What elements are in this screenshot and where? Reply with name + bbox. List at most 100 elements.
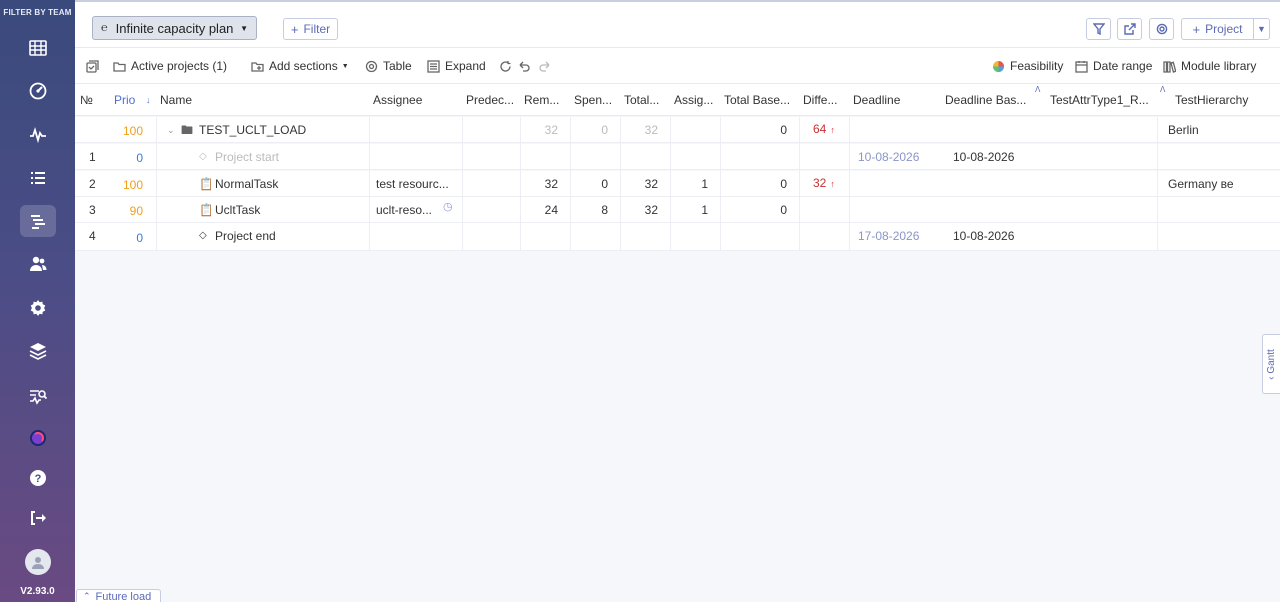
table-row[interactable]: 1 0 ◇ Project start 10-08-2026 10-08-202… xyxy=(75,144,1280,170)
col-test-hierarchy[interactable]: TestHierarchy xyxy=(1175,84,1270,116)
brand-logo-icon[interactable] xyxy=(20,422,56,454)
col-assigned[interactable]: Assig... xyxy=(674,84,719,116)
table-settings-button[interactable]: Table xyxy=(365,48,412,84)
refresh-button[interactable] xyxy=(499,48,517,84)
col-number[interactable]: № xyxy=(80,84,110,116)
table-row[interactable]: 4 0 ◇ Project end 17-08-2026 10-08-2026 xyxy=(75,223,1280,251)
row-spent[interactable]: 8 xyxy=(574,197,608,223)
row-deadline[interactable]: 17-08-2026 xyxy=(858,223,938,249)
date-range-button[interactable]: Date range xyxy=(1075,48,1152,84)
row-deadline-baseline: 10-08-2026 xyxy=(953,229,1015,243)
avatar[interactable] xyxy=(25,549,51,575)
row-spent[interactable]: 0 xyxy=(574,171,608,197)
row-assignee[interactable]: uclt-reso... xyxy=(376,197,440,223)
plan-selector[interactable]: ℮ Infinite capacity plan ▼ xyxy=(92,16,257,40)
column-divider xyxy=(849,117,850,250)
row-number: 1 xyxy=(89,150,96,164)
row-prio[interactable]: 100 xyxy=(115,118,143,144)
col-spent[interactable]: Spen... xyxy=(574,84,619,116)
row-name[interactable]: TEST_UCLT_LOAD xyxy=(199,117,359,143)
col-remaining[interactable]: Rem... xyxy=(524,84,569,116)
caret-up-icon[interactable]: Λ xyxy=(1160,84,1170,116)
sort-arrow-icon[interactable]: ↓ xyxy=(146,84,158,116)
redo-button[interactable] xyxy=(538,48,556,84)
feasibility-button[interactable]: Feasibility xyxy=(992,48,1063,84)
filter-funnel-button[interactable] xyxy=(1086,18,1111,40)
column-divider xyxy=(369,117,370,250)
add-sections-button[interactable]: Add sections ▼ xyxy=(251,48,349,84)
project-dropdown-button[interactable]: ▼ xyxy=(1253,18,1270,40)
filter-by-team-label[interactable]: FILTER BY TEAM xyxy=(0,0,75,17)
filter-button[interactable]: + Filter xyxy=(283,18,338,40)
row-prio[interactable]: 0 xyxy=(115,225,143,251)
row-deadline[interactable]: 10-08-2026 xyxy=(858,144,938,170)
row-prio[interactable]: 100 xyxy=(115,172,143,198)
col-total[interactable]: Total... xyxy=(624,84,669,116)
row-total-baseline: 0 xyxy=(780,203,787,217)
dashboard-icon[interactable] xyxy=(20,75,56,107)
col-deadline-baseline[interactable]: Deadline Bas... xyxy=(945,84,1030,116)
col-name[interactable]: Name xyxy=(160,84,360,116)
row-remaining[interactable]: 32 xyxy=(524,171,558,197)
column-divider xyxy=(1157,117,1158,250)
grid-icon[interactable] xyxy=(20,32,56,64)
logout-icon[interactable] xyxy=(20,502,56,534)
col-difference[interactable]: Diffe... xyxy=(803,84,848,116)
activity-icon[interactable] xyxy=(20,119,56,151)
list-icon[interactable] xyxy=(20,162,56,194)
row-name[interactable]: NormalTask xyxy=(215,171,365,197)
table-row[interactable]: 100 ⌄ 🖿 TEST_UCLT_LOAD 32 0 32 0 64 ↑ Ber… xyxy=(75,117,1280,143)
gantt-icon[interactable] xyxy=(20,205,56,237)
row-hierarchy[interactable]: Berlin xyxy=(1168,117,1268,143)
export-icon xyxy=(1123,23,1136,35)
plus-icon: + xyxy=(290,21,299,37)
chevron-down-icon[interactable]: ⌄ xyxy=(167,117,177,143)
row-remaining: 32 xyxy=(544,123,558,137)
settings-button[interactable] xyxy=(1149,18,1174,40)
col-assignee[interactable]: Assignee xyxy=(373,84,458,116)
toolbar: Active projects (1) Add sections ▼ Table… xyxy=(75,48,1280,84)
col-prio[interactable]: Prio xyxy=(114,84,144,116)
add-folder-icon xyxy=(251,61,264,72)
expand-button[interactable]: Expand xyxy=(427,48,486,84)
export-button[interactable] xyxy=(1117,18,1142,40)
col-predecessors[interactable]: Predec... xyxy=(466,84,520,116)
pie-chart-icon xyxy=(993,60,1004,72)
future-load-label: Future load xyxy=(95,590,152,602)
row-name[interactable]: Project start xyxy=(215,144,365,170)
settings-icon[interactable] xyxy=(20,292,56,324)
gantt-panel-tab[interactable]: ‹ Gantt xyxy=(1262,334,1280,394)
row-name[interactable]: UcltTask xyxy=(215,197,365,223)
layers-icon[interactable] xyxy=(20,335,56,367)
table-row[interactable]: 3 90 📋 UcltTask uclt-reso... ◷ 24 8 32 1… xyxy=(75,197,1280,223)
clock-icon[interactable]: ◷ xyxy=(443,194,455,220)
table-row[interactable]: 2 100 📋 NormalTask test resourc... 32 0 … xyxy=(75,171,1280,197)
future-load-tab[interactable]: ⌃ Future load xyxy=(76,589,161,602)
col-total-baseline[interactable]: Total Base... xyxy=(724,84,799,116)
row-prio[interactable]: 0 xyxy=(115,145,143,171)
row-total-baseline: 0 xyxy=(780,123,787,137)
row-spent: 0 xyxy=(601,123,608,137)
users-icon[interactable] xyxy=(20,248,56,280)
undo-icon xyxy=(519,61,530,72)
chevron-up-icon: ⌃ xyxy=(83,591,91,601)
row-remaining[interactable]: 24 xyxy=(524,197,558,223)
row-hierarchy[interactable]: Germany ве xyxy=(1168,171,1268,197)
chevron-down-icon: ▼ xyxy=(1257,24,1266,34)
column-divider xyxy=(156,117,157,250)
row-prio[interactable]: 90 xyxy=(115,198,143,224)
app-version: V2.93.0 xyxy=(20,586,55,597)
row-name[interactable]: Project end xyxy=(215,223,365,249)
collapse-all-button[interactable] xyxy=(86,48,104,84)
active-projects-button[interactable]: Active projects (1) xyxy=(113,48,227,84)
row-difference: 32 ↑ xyxy=(813,176,835,190)
col-test-attr[interactable]: TestAttrType1_R... xyxy=(1050,84,1160,116)
search-analytics-icon[interactable] xyxy=(20,381,56,413)
funnel-icon xyxy=(1092,23,1105,35)
col-deadline[interactable]: Deadline xyxy=(853,84,938,116)
undo-button[interactable] xyxy=(518,48,536,84)
module-library-button[interactable]: Module library xyxy=(1163,48,1256,84)
caret-up-icon[interactable]: Λ xyxy=(1035,84,1045,116)
add-project-button[interactable]: + Project xyxy=(1181,18,1253,40)
help-icon[interactable]: ? xyxy=(20,462,56,494)
